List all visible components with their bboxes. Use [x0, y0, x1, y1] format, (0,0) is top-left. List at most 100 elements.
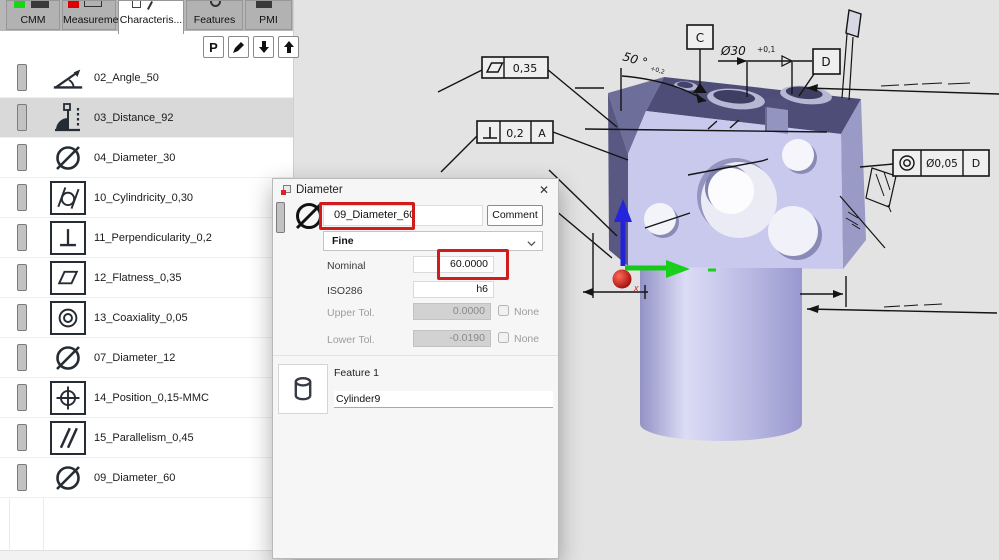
perpendicularity-icon	[50, 221, 86, 255]
dialog-title: Diameter	[296, 184, 343, 196]
position-icon	[50, 381, 86, 415]
svg-text:D: D	[821, 55, 830, 69]
part-cylinder	[640, 268, 802, 441]
dialog-titlebar[interactable]: Diameter ✕	[273, 179, 558, 201]
drag-handle[interactable]	[17, 264, 27, 291]
comment-button[interactable]: Comment	[487, 205, 543, 226]
dialog-drag-handle[interactable]	[276, 202, 285, 233]
origin-sphere	[613, 270, 632, 289]
measurement-icon	[68, 1, 79, 8]
diameter-dialog: Diameter ✕ 09_Diameter_60 Comment Fine N…	[272, 178, 559, 559]
list-item-angle[interactable]: 02_Angle_50	[0, 58, 293, 98]
iso286-label: ISO286	[327, 285, 363, 297]
list-item-distance[interactable]: 03_Distance_92	[0, 98, 293, 138]
highlight-box-name	[319, 202, 415, 230]
dia30-tol-text: +0,1	[757, 45, 775, 54]
drag-handle[interactable]	[17, 344, 27, 371]
characteristics-list: 02_Angle_50 03_Distance_92	[0, 58, 293, 498]
move-down-button[interactable]	[253, 36, 274, 58]
list-item-cylindricity[interactable]: 10_Cylindricity_0,30	[0, 178, 293, 218]
characteristics-panel: CMM Measureme... Characteris... Features…	[0, 0, 294, 559]
angle-icon	[50, 61, 86, 95]
measurement-plan-icon	[84, 1, 102, 7]
upper-none-label: None	[514, 306, 539, 318]
angle-text: 50 °	[621, 49, 649, 69]
tolerance-class-select[interactable]: Fine	[323, 231, 543, 251]
upper-tol-label: Upper Tol.	[327, 307, 375, 319]
flatness-icon	[50, 261, 86, 295]
drag-handle[interactable]	[17, 64, 27, 91]
cmm-machine-icon	[31, 1, 49, 8]
plan-button[interactable]: P	[203, 36, 224, 58]
drag-handle[interactable]	[17, 304, 27, 331]
list-item-diameter30[interactable]: 04_Diameter_30	[0, 138, 293, 178]
tab-pmi[interactable]: PMI	[245, 0, 292, 30]
highlight-box-nominal	[437, 249, 509, 280]
drag-handle[interactable]	[17, 424, 27, 451]
lower-tol-input: -0.0190	[413, 330, 491, 347]
svg-text:0,2: 0,2	[506, 127, 524, 140]
flatness-frame: 0,35	[482, 57, 548, 78]
characteristics-slash-icon	[147, 1, 153, 10]
chevron-down-icon	[527, 236, 535, 244]
drag-handle[interactable]	[17, 224, 27, 251]
diameter-icon	[50, 461, 86, 495]
list-item-diameter12[interactable]: 07_Diameter_12	[0, 338, 293, 378]
diameter-icon	[50, 341, 86, 375]
app-window: x	[0, 0, 999, 559]
upper-none-checkbox[interactable]	[498, 305, 509, 316]
tab-measurement[interactable]: Measureme...	[62, 0, 116, 30]
tab-cmm[interactable]: CMM	[6, 0, 60, 30]
dialog-app-icon	[281, 185, 292, 195]
drag-handle[interactable]	[17, 104, 27, 131]
ribbon-tabbar: CMM Measureme... Characteris... Features…	[0, 0, 293, 31]
cylindricity-icon	[50, 181, 86, 215]
tab-characteristics[interactable]: Characteris...	[118, 0, 184, 34]
datum-d-box: D	[813, 49, 840, 74]
svg-text:D: D	[972, 157, 980, 170]
feature-label: Feature 1	[334, 367, 379, 379]
list-item-position[interactable]: 14_Position_0,15-MMC	[0, 378, 293, 418]
coaxiality-frame: Ø0,05 D	[893, 150, 989, 176]
angle-tol-text: +0,2	[649, 65, 665, 76]
close-icon[interactable]: ✕	[539, 183, 549, 197]
drag-handle[interactable]	[17, 384, 27, 411]
distance-icon	[50, 101, 86, 135]
diameter-icon	[50, 141, 86, 175]
tab-features[interactable]: Features	[186, 0, 243, 30]
list-item-flatness[interactable]: 12_Flatness_0,35	[0, 258, 293, 298]
list-item-perpendicularity[interactable]: 11_Perpendicularity_0,2	[0, 218, 293, 258]
lower-none-checkbox[interactable]	[498, 332, 509, 343]
parallelism-icon	[50, 421, 86, 455]
list-item-diameter60[interactable]: 09_Diameter_60	[0, 458, 293, 498]
list-item-coaxiality[interactable]: 13_Coaxiality_0,05	[0, 298, 293, 338]
iso286-input[interactable]: h6	[413, 281, 494, 298]
move-up-button[interactable]	[278, 36, 299, 58]
dialog-separator	[273, 355, 558, 356]
pencil-icon	[232, 41, 245, 54]
cylinder-icon	[288, 372, 318, 406]
drag-handle[interactable]	[17, 184, 27, 211]
lower-tol-label: Lower Tol.	[327, 334, 375, 346]
svg-text:C: C	[696, 31, 704, 45]
coaxiality-icon	[50, 301, 86, 335]
cmm-icon	[14, 1, 25, 8]
slot-notch	[766, 97, 788, 134]
drag-handle[interactable]	[17, 464, 27, 491]
datum-c-box: C	[687, 25, 713, 49]
list-item-parallelism[interactable]: 15_Parallelism_0,45	[0, 418, 293, 458]
nominal-label: Nominal	[327, 260, 366, 272]
feature-name-input[interactable]: Cylinder9	[334, 391, 553, 408]
drag-handle[interactable]	[17, 144, 27, 171]
svg-text:0,35: 0,35	[513, 62, 538, 75]
lower-none-label: None	[514, 333, 539, 345]
characteristics-icon	[132, 1, 141, 8]
feature-type-button[interactable]	[278, 364, 328, 414]
svg-text:A: A	[538, 127, 546, 140]
features-icon	[210, 1, 221, 7]
upper-tol-input: 0.0000	[413, 303, 491, 320]
part-block	[608, 77, 866, 269]
arrow-down-icon	[258, 40, 270, 54]
edit-button[interactable]	[228, 36, 249, 58]
svg-text:Ø0,05: Ø0,05	[926, 158, 958, 170]
